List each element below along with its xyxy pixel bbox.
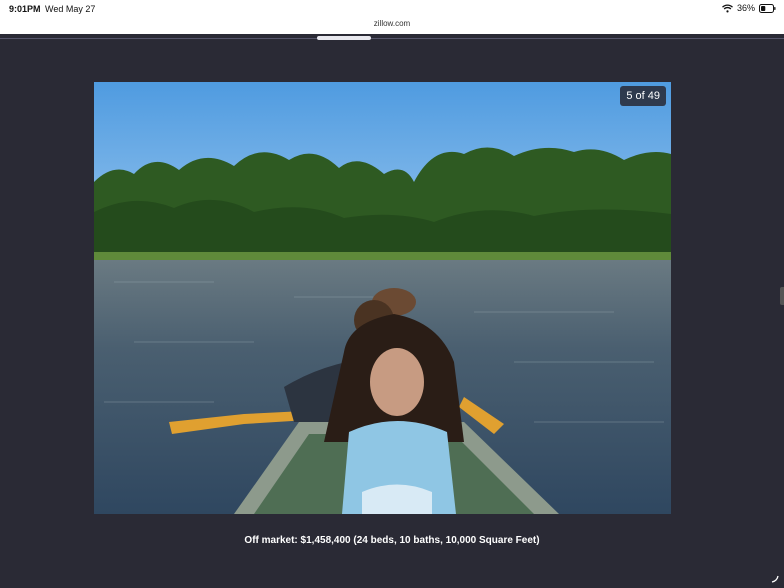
address-bar[interactable]: zillow.com [0, 18, 784, 34]
battery-icon [759, 3, 776, 13]
side-handle[interactable] [780, 287, 784, 305]
drag-handle[interactable] [317, 36, 371, 40]
listing-caption: Off market: $1,458,400 (24 beds, 10 bath… [244, 535, 540, 546]
divider [0, 38, 784, 39]
url-text[interactable]: zillow.com [374, 19, 410, 28]
lake-photo-image [94, 82, 671, 514]
battery-percent: 36% [736, 3, 755, 13]
wifi-icon [722, 3, 733, 12]
photo-counter: 5 of 49 [620, 86, 666, 106]
status-time: 9:01PM [9, 4, 41, 14]
status-bar: 9:01PM Wed May 27 36% [0, 0, 784, 18]
gallery-photo[interactable]: 5 of 49 [94, 82, 671, 514]
resize-corner-icon[interactable] [771, 575, 779, 583]
status-date: Wed May 27 [45, 4, 96, 14]
status-right: 36% [722, 3, 776, 13]
